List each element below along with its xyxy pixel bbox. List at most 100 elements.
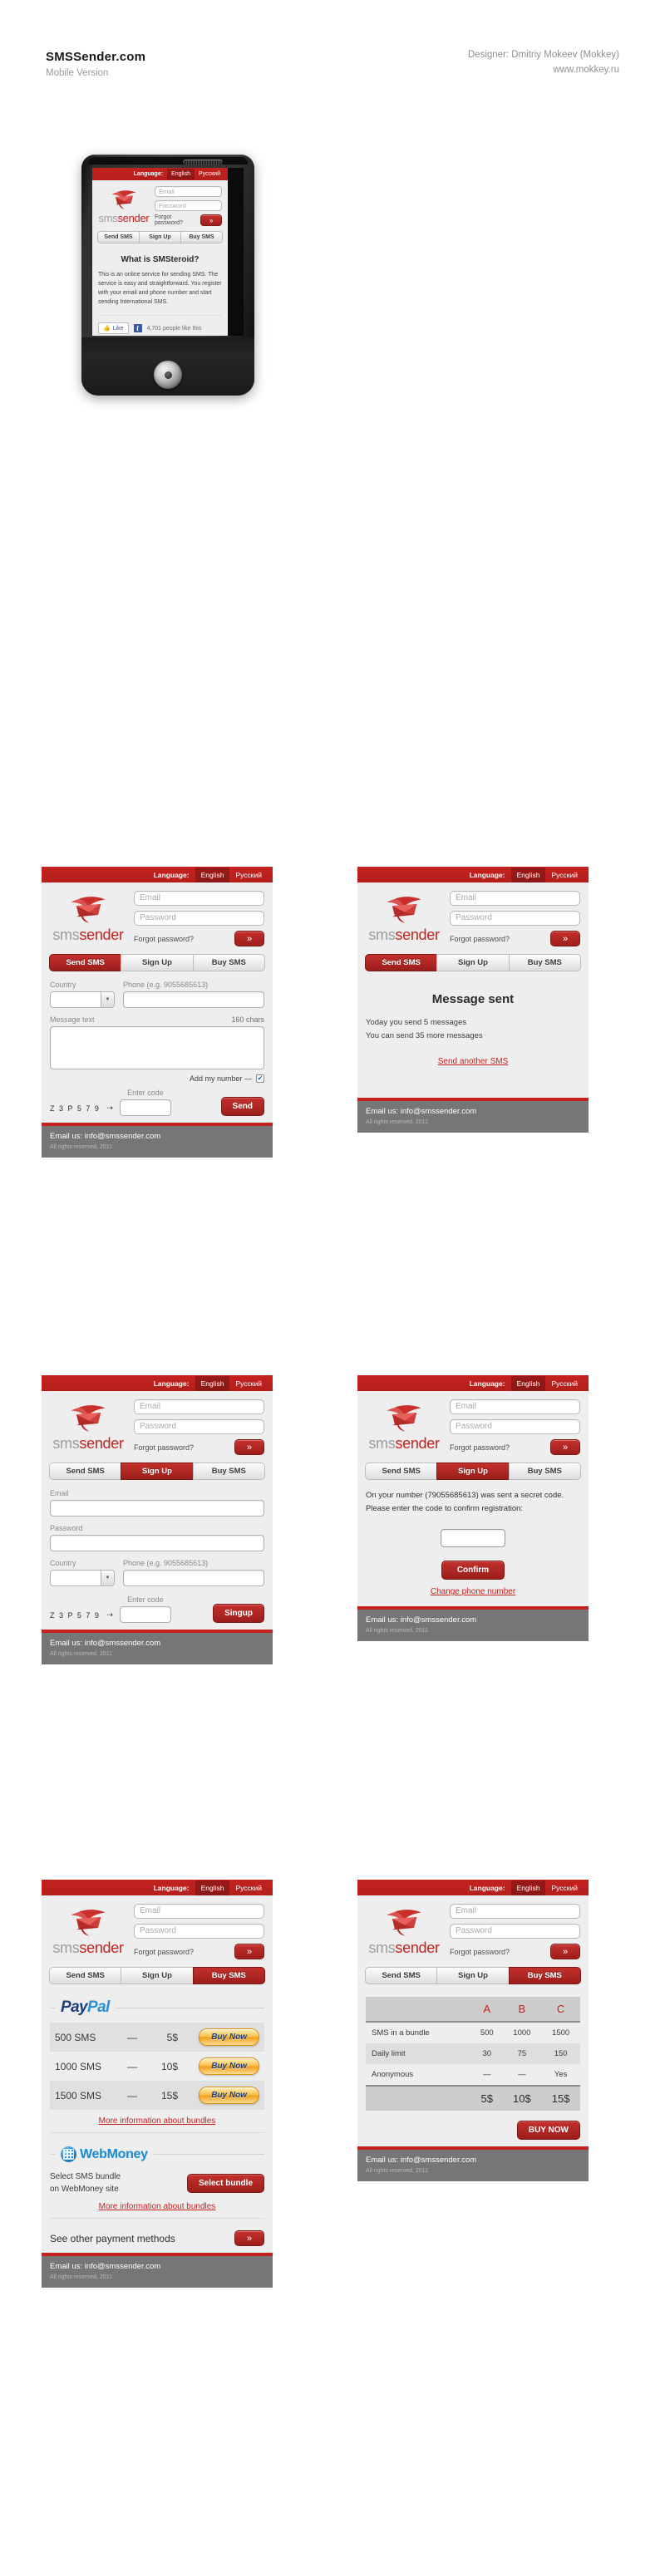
forgot-password-link[interactable]: Forgot password? xyxy=(450,1948,510,1956)
password-input[interactable]: Password xyxy=(134,1419,264,1434)
forgot-password-link[interactable]: Forgot password? xyxy=(450,1443,510,1452)
footer-email[interactable]: Email us: info@smssender.com xyxy=(366,1615,580,1625)
phone-input[interactable] xyxy=(123,991,264,1008)
password-input[interactable]: Password xyxy=(450,1419,580,1434)
password-input[interactable]: Password xyxy=(450,1924,580,1939)
facebook-like-button[interactable]: 👍 Like xyxy=(98,322,129,334)
language-option-russian[interactable]: Русский xyxy=(545,1376,584,1391)
confirm-button[interactable]: Confirm xyxy=(441,1561,505,1580)
login-submit-button[interactable]: » xyxy=(550,1439,580,1455)
send-another-wrap: Send another SMS xyxy=(366,1057,580,1066)
email-input[interactable]: Email xyxy=(134,1904,264,1919)
language-option-english[interactable]: English xyxy=(510,867,546,882)
see-other-payment-row[interactable]: See other payment methods » xyxy=(50,2230,264,2246)
tab-sign-up[interactable]: Sign Up xyxy=(139,231,180,243)
login-submit-button[interactable]: » xyxy=(550,931,580,946)
forgot-password-link[interactable]: Forgot password? xyxy=(134,935,194,943)
signup-email-input[interactable] xyxy=(50,1500,264,1517)
buy-now-button[interactable]: BUY NOW xyxy=(516,2121,580,2140)
signup-button[interactable]: Singup xyxy=(213,1604,264,1623)
email-input[interactable]: Email xyxy=(450,891,580,906)
tab-buy-sms[interactable]: Buy SMS xyxy=(508,954,581,971)
tab-send-sms[interactable]: Send SMS xyxy=(49,1967,121,1984)
language-option-english[interactable]: English xyxy=(510,1375,546,1391)
signup-country-select[interactable]: ▼ xyxy=(50,1570,115,1586)
add-my-number-row[interactable]: Add my number — ✔ xyxy=(50,1074,264,1083)
tab-buy-sms[interactable]: Buy SMS xyxy=(192,1463,265,1480)
phone-trackpad[interactable] xyxy=(154,361,182,389)
see-other-payment-button[interactable]: » xyxy=(234,2230,264,2246)
signup-password-input[interactable] xyxy=(50,1535,264,1551)
forgot-password-link[interactable]: Forgot password? xyxy=(155,214,200,226)
tab-send-sms[interactable]: Send SMS xyxy=(49,954,121,971)
footer-email[interactable]: Email us: info@smssender.com xyxy=(50,2262,264,2271)
tab-sign-up[interactable]: Sign Up xyxy=(121,954,193,971)
footer-email[interactable]: Email us: info@smssender.com xyxy=(366,2156,580,2165)
buy-now-button[interactable]: Buy Now xyxy=(199,2057,259,2075)
footer-email[interactable]: Email us: info@smssender.com xyxy=(50,1639,264,1648)
tab-send-sms[interactable]: Send SMS xyxy=(365,1463,437,1480)
language-option-english[interactable]: English xyxy=(195,1375,230,1391)
buy-now-button[interactable]: Buy Now xyxy=(199,2028,259,2046)
password-input[interactable]: Password xyxy=(134,911,264,926)
captcha-input[interactable] xyxy=(119,1099,171,1116)
login-submit-button[interactable]: » xyxy=(234,1944,264,1959)
login-submit-button[interactable]: » xyxy=(234,1439,264,1455)
send-another-sms-link[interactable]: Send another SMS xyxy=(438,1057,509,1066)
add-my-number-checkbox[interactable]: ✔ xyxy=(256,1074,264,1083)
forgot-password-link[interactable]: Forgot password? xyxy=(134,1443,194,1452)
buy-sms-content: PayPal 500 SMS — 5$ Buy Now 1000 SMS — 1… xyxy=(42,1984,273,2253)
language-option-russian[interactable]: Русский xyxy=(229,868,268,882)
tab-buy-sms[interactable]: Buy SMS xyxy=(508,1463,581,1480)
tab-sign-up[interactable]: Sign Up xyxy=(436,1967,509,1984)
more-info-bundles-link[interactable]: More information about bundles xyxy=(50,2116,264,2126)
country-select[interactable]: ▼ xyxy=(50,991,115,1008)
password-input[interactable]: Password xyxy=(450,911,580,926)
language-option-russian[interactable]: Русский xyxy=(195,169,224,179)
login-submit-button[interactable]: » xyxy=(200,214,222,226)
select-bundle-button[interactable]: Select bundle xyxy=(186,2173,264,2193)
tab-buy-sms[interactable]: Buy SMS xyxy=(192,1967,265,1984)
footer-email[interactable]: Email us: info@smssender.com xyxy=(50,1132,264,1141)
language-option-russian[interactable]: Русский xyxy=(545,1880,584,1895)
email-input[interactable]: Email xyxy=(134,891,264,906)
change-phone-number-link[interactable]: Change phone number xyxy=(366,1587,580,1596)
language-option-russian[interactable]: Русский xyxy=(229,1880,268,1895)
tab-send-sms[interactable]: Send SMS xyxy=(49,1463,121,1480)
footer-email[interactable]: Email us: info@smssender.com xyxy=(366,1107,580,1116)
confirm-code-input[interactable] xyxy=(441,1529,505,1547)
login-row: smssender Email Password Forgot password… xyxy=(92,180,228,229)
tab-buy-sms[interactable]: Buy SMS xyxy=(192,954,265,971)
send-button[interactable]: Send xyxy=(220,1097,264,1116)
email-input[interactable]: Email xyxy=(155,186,222,197)
language-option-english[interactable]: English xyxy=(195,1880,230,1895)
email-input[interactable]: Email xyxy=(450,1399,580,1414)
tab-sign-up[interactable]: Sign Up xyxy=(121,1967,193,1984)
tab-buy-sms[interactable]: Buy SMS xyxy=(508,1967,581,1984)
tab-sign-up[interactable]: Sign Up xyxy=(121,1463,193,1480)
tab-send-sms[interactable]: Send SMS xyxy=(97,231,139,243)
more-info-bundles-link-2[interactable]: More information about bundles xyxy=(50,2202,264,2211)
message-textarea[interactable] xyxy=(50,1026,264,1069)
language-option-russian[interactable]: Русский xyxy=(545,868,584,882)
login-submit-button[interactable]: » xyxy=(234,931,264,946)
language-option-english[interactable]: English xyxy=(510,1880,546,1895)
language-option-russian[interactable]: Русский xyxy=(229,1376,268,1391)
tab-buy-sms[interactable]: Buy SMS xyxy=(180,231,223,243)
language-option-english[interactable]: English xyxy=(167,169,195,179)
forgot-password-link[interactable]: Forgot password? xyxy=(134,1948,194,1956)
email-input[interactable]: Email xyxy=(450,1904,580,1919)
email-input[interactable]: Email xyxy=(134,1399,264,1414)
tab-send-sms[interactable]: Send SMS xyxy=(365,1967,437,1984)
captcha-input[interactable] xyxy=(119,1606,171,1623)
tab-sign-up[interactable]: Sign Up xyxy=(436,954,509,971)
tab-sign-up[interactable]: Sign Up xyxy=(436,1463,509,1480)
tab-send-sms[interactable]: Send SMS xyxy=(365,954,437,971)
buy-now-button[interactable]: Buy Now xyxy=(199,2087,259,2104)
language-option-english[interactable]: English xyxy=(195,867,230,882)
password-input[interactable]: Password xyxy=(134,1924,264,1939)
forgot-password-link[interactable]: Forgot password? xyxy=(450,935,510,943)
signup-phone-input[interactable] xyxy=(123,1570,264,1586)
password-input[interactable]: Password xyxy=(155,200,222,211)
login-submit-button[interactable]: » xyxy=(550,1944,580,1959)
